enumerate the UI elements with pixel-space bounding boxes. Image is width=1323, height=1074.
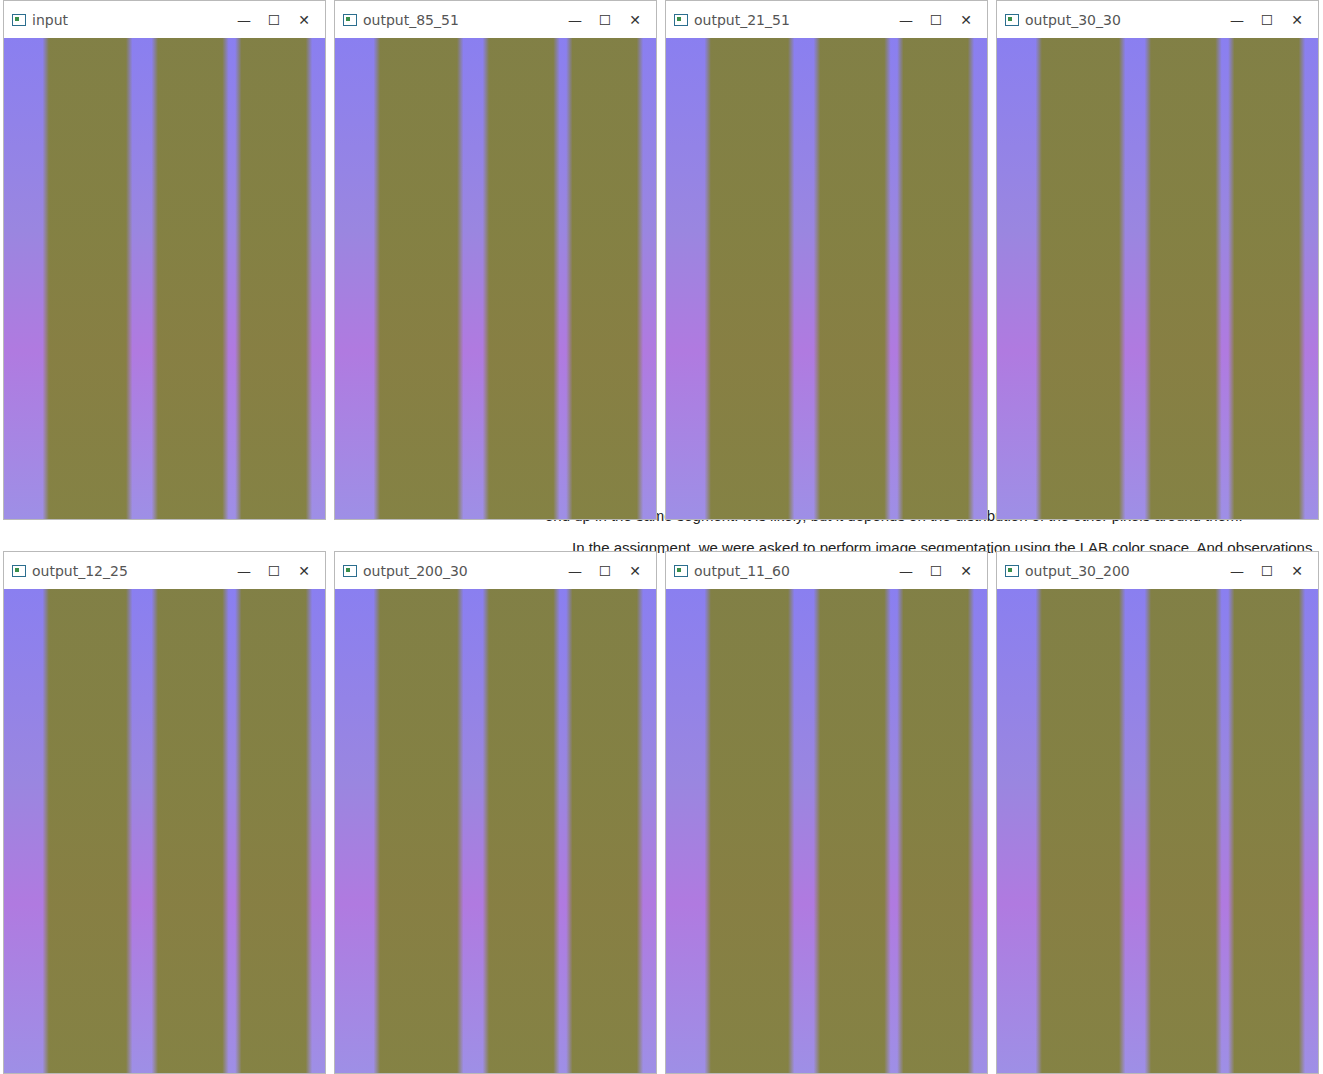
- window-control-button[interactable]: ✕: [951, 563, 981, 579]
- title-bar[interactable]: output_30_30 —☐✕: [997, 1, 1318, 38]
- image-view: [335, 589, 656, 1073]
- window-area: input—☐✕output_85_51—☐✕output_21_51—☐✕ou…: [0, 0, 1323, 1074]
- window-control-button[interactable]: ☐: [1252, 12, 1282, 28]
- image-window[interactable]: output_30_200 —☐✕: [996, 551, 1319, 1074]
- window-controls: —☐✕: [229, 563, 319, 579]
- window-control-button[interactable]: ✕: [1282, 563, 1312, 579]
- image-view: [666, 38, 987, 519]
- image-window[interactable]: output_85_51 —☐✕: [334, 0, 657, 520]
- image-window[interactable]: output_200_30 —☐✕: [334, 551, 657, 1074]
- image-view: [4, 38, 325, 519]
- window-title: output_11_60: [694, 563, 885, 579]
- window-control-button[interactable]: ☐: [259, 563, 289, 579]
- window-control-button[interactable]: —: [560, 563, 590, 579]
- title-bar[interactable]: output_85_51 —☐✕: [335, 1, 656, 38]
- window-control-button[interactable]: ✕: [620, 12, 650, 28]
- window-control-button[interactable]: ☐: [259, 12, 289, 28]
- window-control-button[interactable]: ✕: [620, 563, 650, 579]
- window-control-button[interactable]: ☐: [921, 563, 951, 579]
- window-control-button[interactable]: ✕: [289, 12, 319, 28]
- window-title: output_30_30: [1025, 12, 1216, 28]
- window-control-button[interactable]: —: [229, 12, 259, 28]
- window-control-button[interactable]: ☐: [590, 563, 620, 579]
- window-icon: [12, 565, 26, 577]
- window-title: output_85_51: [363, 12, 554, 28]
- title-bar[interactable]: output_200_30 —☐✕: [335, 552, 656, 589]
- window-control-button[interactable]: —: [891, 563, 921, 579]
- window-controls: —☐✕: [560, 12, 650, 28]
- window-control-button[interactable]: —: [1222, 563, 1252, 579]
- desktop: end up in the same segment. It is likely…: [0, 0, 1323, 1074]
- window-controls: —☐✕: [1222, 12, 1312, 28]
- window-control-button[interactable]: —: [1222, 12, 1252, 28]
- image-view: [997, 38, 1318, 519]
- image-window[interactable]: output_12_25 —☐✕: [3, 551, 326, 1074]
- image-view: [666, 589, 987, 1073]
- window-icon: [1005, 565, 1019, 577]
- window-control-button[interactable]: —: [891, 12, 921, 28]
- window-control-button[interactable]: ☐: [1252, 563, 1282, 579]
- window-control-button[interactable]: ☐: [590, 12, 620, 28]
- image-window[interactable]: output_30_30 —☐✕: [996, 0, 1319, 520]
- window-control-button[interactable]: —: [229, 563, 259, 579]
- window-icon: [674, 565, 688, 577]
- window-title: output_200_30: [363, 563, 554, 579]
- image-view: [335, 38, 656, 519]
- window-controls: —☐✕: [1222, 563, 1312, 579]
- window-icon: [12, 14, 26, 26]
- title-bar[interactable]: output_21_51 —☐✕: [666, 1, 987, 38]
- title-bar[interactable]: output_12_25 —☐✕: [4, 552, 325, 589]
- window-controls: —☐✕: [229, 12, 319, 28]
- window-title: output_21_51: [694, 12, 885, 28]
- window-icon: [1005, 14, 1019, 26]
- window-controls: —☐✕: [891, 12, 981, 28]
- window-icon: [674, 14, 688, 26]
- window-controls: —☐✕: [891, 563, 981, 579]
- window-title: input: [32, 12, 223, 28]
- window-icon: [343, 14, 357, 26]
- window-title: output_12_25: [32, 563, 223, 579]
- window-control-button[interactable]: ✕: [951, 12, 981, 28]
- window-control-button[interactable]: ✕: [1282, 12, 1312, 28]
- image-view: [4, 589, 325, 1073]
- image-window[interactable]: output_21_51 —☐✕: [665, 0, 988, 520]
- image-window[interactable]: input —☐✕: [3, 0, 326, 520]
- image-view: [997, 589, 1318, 1073]
- title-bar[interactable]: input —☐✕: [4, 1, 325, 38]
- image-window[interactable]: output_11_60 —☐✕: [665, 551, 988, 1074]
- window-control-button[interactable]: ☐: [921, 12, 951, 28]
- window-control-button[interactable]: —: [560, 12, 590, 28]
- window-icon: [343, 565, 357, 577]
- window-controls: —☐✕: [560, 563, 650, 579]
- title-bar[interactable]: output_30_200 —☐✕: [997, 552, 1318, 589]
- window-title: output_30_200: [1025, 563, 1216, 579]
- window-control-button[interactable]: ✕: [289, 563, 319, 579]
- title-bar[interactable]: output_11_60 —☐✕: [666, 552, 987, 589]
